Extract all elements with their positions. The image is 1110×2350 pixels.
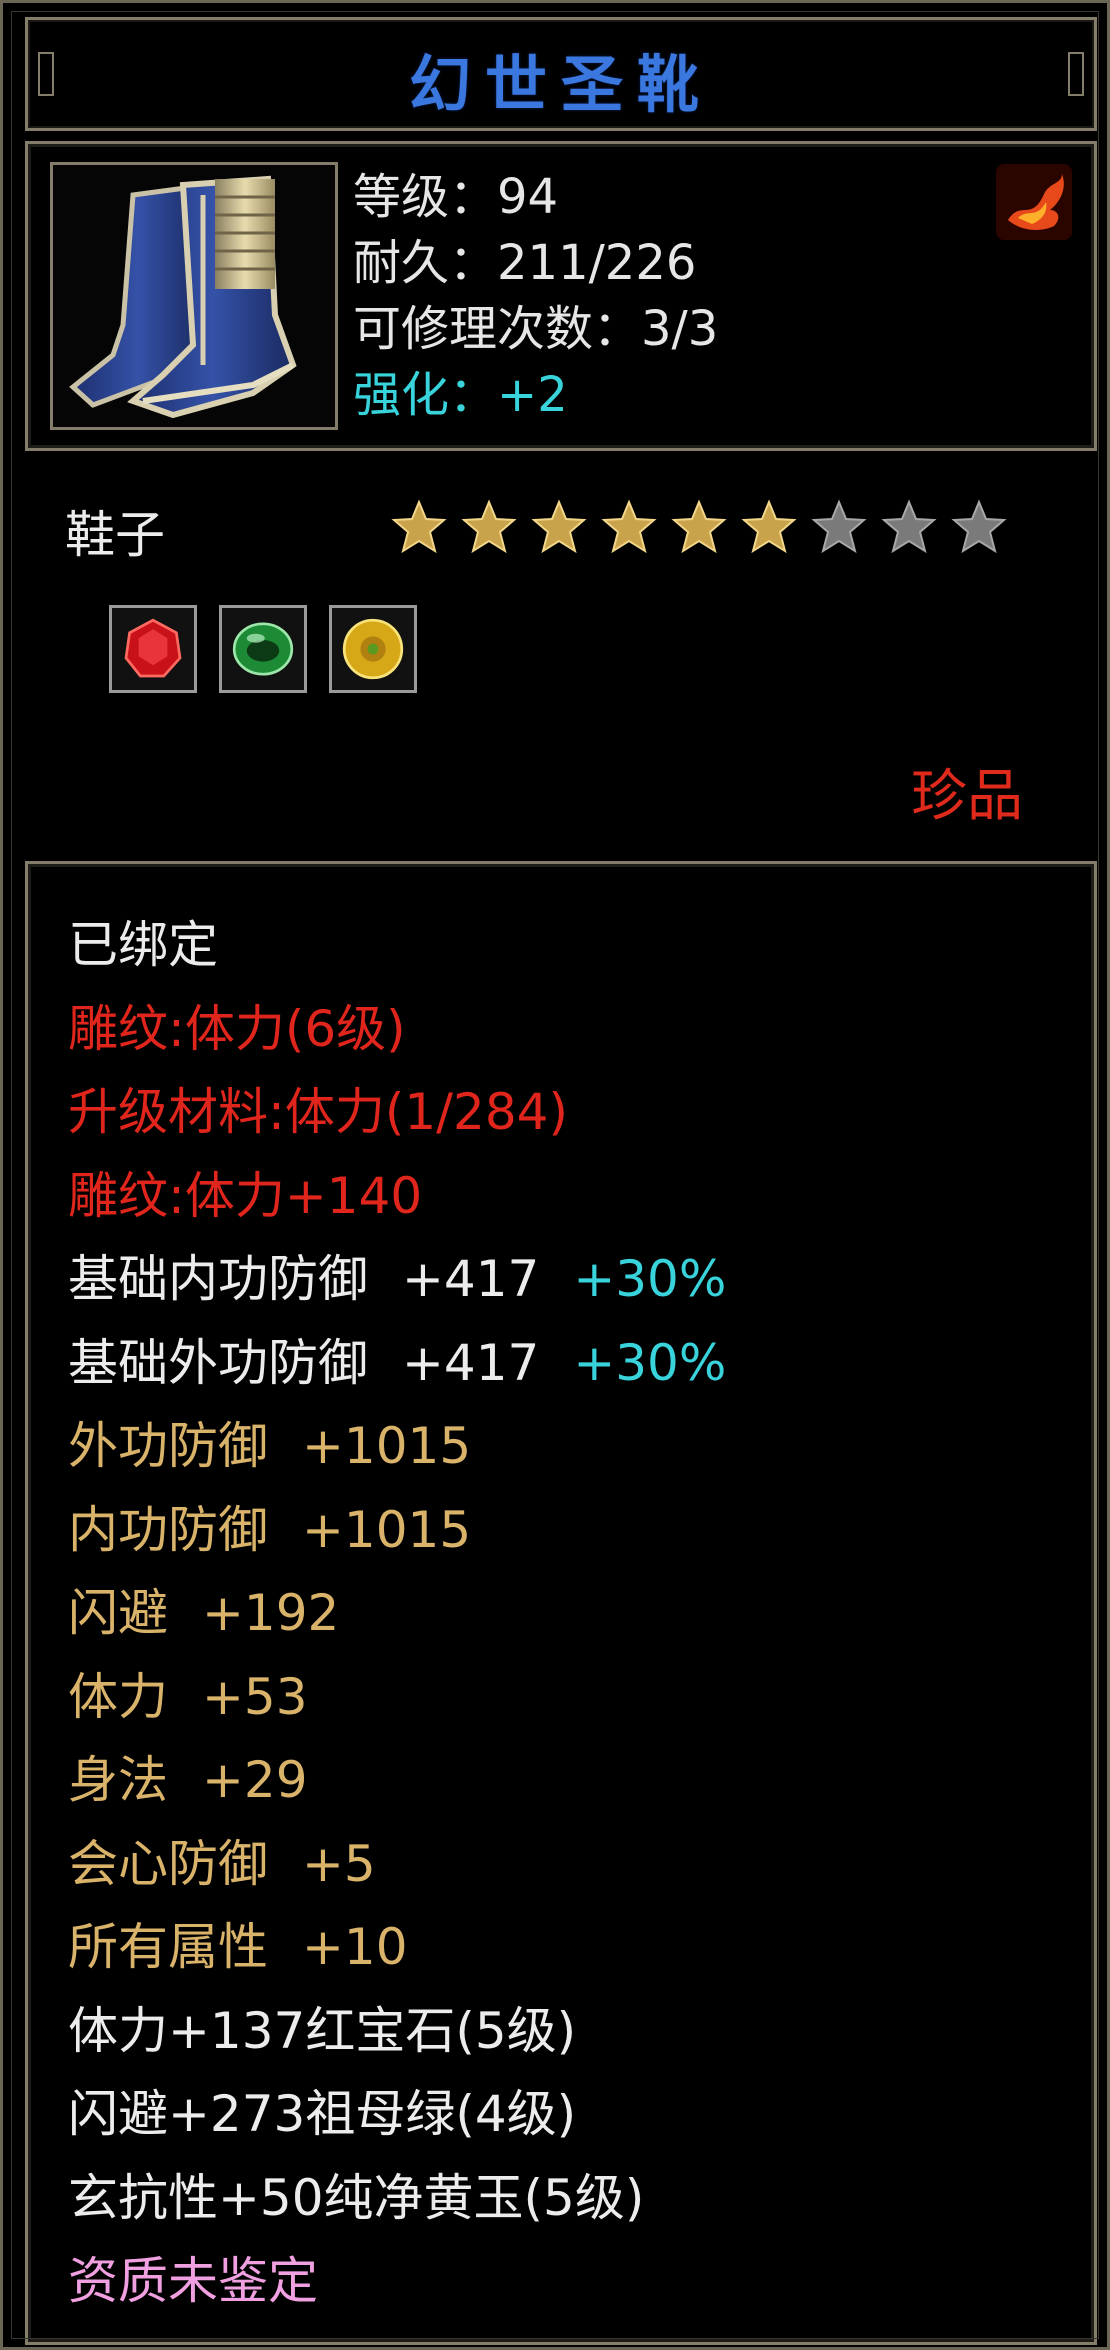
star-filled-icon [461,499,517,554]
property-row: 体力 +53 [68,1656,726,1740]
star-filled-icon [741,499,797,554]
property-value: +417 [402,1250,540,1308]
enhance-text: 强化：+2 [353,367,568,423]
star-filled-icon [671,499,727,554]
property-name: 玄抗性+50纯净黄玉(5级) [68,2168,645,2227]
star-filled-icon [601,499,657,554]
item-type: 鞋子 [65,506,165,564]
property-name: 雕纹:体力+140 [68,1166,423,1225]
property-row: 体力+137红宝石(5级) [68,1990,726,2074]
property-row: 闪避+273祖母绿(4级) [68,2073,726,2157]
boots-icon [50,162,338,430]
property-bonus: +30% [573,1250,727,1308]
property-row: 雕纹:体力(6级) [68,988,726,1072]
property-box: 已绑定雕纹:体力(6级) 升级材料:体力(1/284) 雕纹:体力+140 基础内功防… [25,861,1097,2345]
title-bar: 幻世圣靴 [25,17,1097,131]
level-text: 等级：94 [353,169,559,225]
property-row: 基础内功防御 +417 +30% [68,1238,726,1322]
star-empty-icon [881,499,937,554]
property-row: 资质未鉴定 [68,2240,726,2324]
property-list: 已绑定雕纹:体力(6级) 升级材料:体力(1/284) 雕纹:体力+140 基础内功防… [68,904,726,2324]
property-row: 已绑定 [68,904,726,988]
property-name: 已绑定 [68,916,218,974]
item-header: 等级：94 耐久：211/226 可修理次数：3/3 强化：+2 [25,141,1097,451]
property-name: 身法 [68,1751,168,1809]
property-name: 资质未鉴定 [68,2252,318,2310]
property-row: 闪避 +192 [68,1572,726,1656]
property-value: +10 [302,1918,408,1976]
property-row: 基础外功防御 +417 +30% [68,1322,726,1406]
property-row: 内功防御 +1015 [68,1489,726,1573]
star-rating [391,499,1007,555]
star-empty-icon [811,499,867,554]
property-name: 升级材料:体力(1/284) [68,1083,568,1141]
property-name: 会心防御 [68,1834,268,1893]
property-name: 体力+137红宝石(5级) [68,2001,577,2060]
property-name: 所有属性 [68,1918,268,1976]
property-name: 雕纹:体力(6级) [68,999,406,1058]
property-value: +5 [302,1834,376,1893]
item-name: 幻世圣靴 [408,48,713,121]
emerald-icon[interactable] [219,605,307,693]
property-value: +29 [202,1751,308,1809]
yellow-jade-icon[interactable] [329,605,417,693]
gem-sockets [109,605,417,693]
property-name: 外功防御 [68,1417,268,1475]
property-row: 所有属性 +10 [68,1906,726,1990]
item-tooltip-panel: 幻世圣靴 等级：94 耐久：211/226 可修理次数：3/3 强化：+2 鞋子… [0,0,1110,2350]
star-filled-icon [391,499,447,554]
property-name: 闪避+273祖母绿(4级) [68,2085,577,2143]
property-name: 闪避 [68,1584,168,1642]
ruby-icon[interactable] [109,605,197,693]
star-filled-icon [531,499,587,554]
property-value: +192 [202,1584,340,1642]
property-name: 内功防御 [68,1500,268,1559]
property-row: 升级材料:体力(1/284) [68,1071,726,1155]
property-value: +417 [402,1333,540,1392]
repair-count-text: 可修理次数：3/3 [353,301,719,357]
property-value: +1015 [302,1417,472,1475]
property-name: 基础外功防御 [68,1333,368,1392]
durability-text: 耐久：211/226 [353,235,697,291]
property-value: +53 [202,1667,308,1726]
item-stats: 等级：94 耐久：211/226 可修理次数：3/3 强化：+2 [353,164,718,428]
flame-emblem-icon [992,160,1076,244]
property-bonus: +30% [573,1333,727,1392]
property-value: +1015 [302,1500,472,1559]
star-empty-icon [951,499,1007,554]
property-name: 基础内功防御 [68,1250,368,1308]
property-row: 身法 +29 [68,1739,726,1823]
property-row: 雕纹:体力+140 [68,1155,726,1239]
property-row: 外功防御 +1015 [68,1405,726,1489]
property-row: 玄抗性+50纯净黄玉(5级) [68,2157,726,2241]
property-name: 体力 [68,1667,168,1726]
rarity-label: 珍品 [911,764,1023,829]
property-row: 会心防御 +5 [68,1823,726,1907]
